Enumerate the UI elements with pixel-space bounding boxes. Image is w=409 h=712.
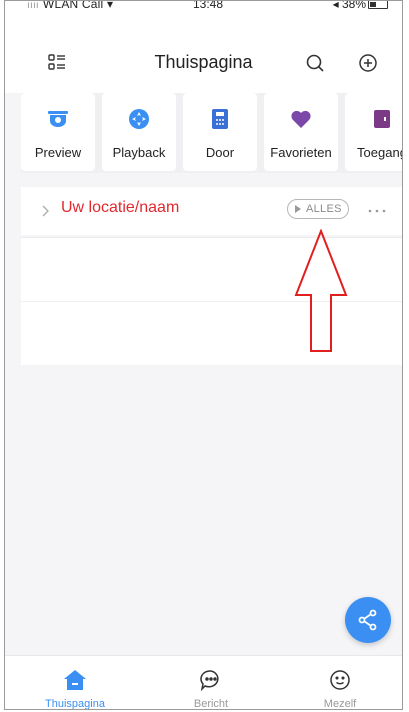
quick-actions-bar: Preview Playback Door Favorieten Toegang bbox=[21, 93, 402, 173]
location-row[interactable]: Uw locatie/naam ALLES bbox=[21, 187, 402, 235]
tab-messages[interactable]: Bericht bbox=[151, 656, 271, 710]
door-icon bbox=[212, 109, 228, 129]
tab-label: Thuispagina bbox=[45, 698, 105, 710]
share-button[interactable] bbox=[345, 597, 391, 643]
play-all-button[interactable]: ALLES bbox=[287, 199, 349, 219]
quick-action-preview[interactable]: Preview bbox=[21, 93, 95, 171]
quick-action-label: Door bbox=[205, 145, 235, 160]
quick-action-door[interactable]: Door bbox=[183, 93, 257, 171]
quick-action-favorites[interactable]: Favorieten bbox=[264, 93, 338, 171]
page-title: Thuispagina bbox=[154, 52, 253, 72]
app-header: Thuispagina bbox=[5, 29, 402, 93]
battery-icon bbox=[368, 1, 388, 10]
wifi-icon: ▾ bbox=[106, 0, 114, 11]
home-icon bbox=[64, 670, 86, 690]
tab-home[interactable]: Thuispagina bbox=[15, 656, 135, 710]
tab-label: Bericht bbox=[193, 698, 229, 710]
quick-action-access[interactable]: Toegang bbox=[345, 93, 402, 171]
heart-icon bbox=[291, 110, 311, 128]
share-icon bbox=[358, 609, 377, 631]
battery-status: ◂ 38% bbox=[333, 0, 388, 11]
bottom-tab-bar: Thuispagina Bericht Mezelf bbox=[5, 655, 402, 710]
status-time: 13:48 bbox=[193, 0, 224, 11]
profile-icon bbox=[330, 670, 350, 690]
add-icon[interactable] bbox=[356, 51, 380, 75]
play-icon bbox=[295, 205, 301, 213]
annotation-arrow-icon bbox=[294, 229, 348, 352]
quick-action-playback[interactable]: Playback bbox=[102, 93, 176, 171]
signal-icon: ıııı bbox=[27, 0, 39, 11]
quick-action-label: Preview bbox=[34, 145, 82, 160]
play-all-label: ALLES bbox=[306, 203, 342, 215]
access-icon bbox=[374, 110, 390, 128]
quick-action-label: Playback bbox=[112, 145, 166, 160]
more-dots-icon[interactable] bbox=[368, 208, 386, 214]
battery-label: 38% bbox=[341, 0, 366, 11]
carrier: ıııı WLAN Call ▾ bbox=[27, 0, 114, 11]
quick-action-label: Favorieten bbox=[270, 145, 332, 160]
carrier-label: WLAN Call bbox=[42, 0, 104, 11]
playback-icon bbox=[129, 109, 149, 129]
camera-icon bbox=[48, 111, 68, 127]
search-icon[interactable] bbox=[303, 51, 327, 75]
phone-frame: ıııı WLAN Call ▾ 13:48 ◂ 38% Thuispagina … bbox=[4, 0, 403, 710]
quick-action-label: Toegang bbox=[357, 145, 403, 160]
location-name[interactable]: Uw locatie/naam bbox=[61, 199, 179, 217]
message-icon bbox=[200, 670, 219, 692]
tab-profile[interactable]: Mezelf bbox=[280, 656, 400, 710]
tab-label: Mezelf bbox=[323, 698, 357, 710]
chevron-right-icon[interactable] bbox=[41, 205, 49, 217]
status-bar: ıııı WLAN Call ▾ 13:48 ◂ 38% bbox=[5, 1, 402, 29]
